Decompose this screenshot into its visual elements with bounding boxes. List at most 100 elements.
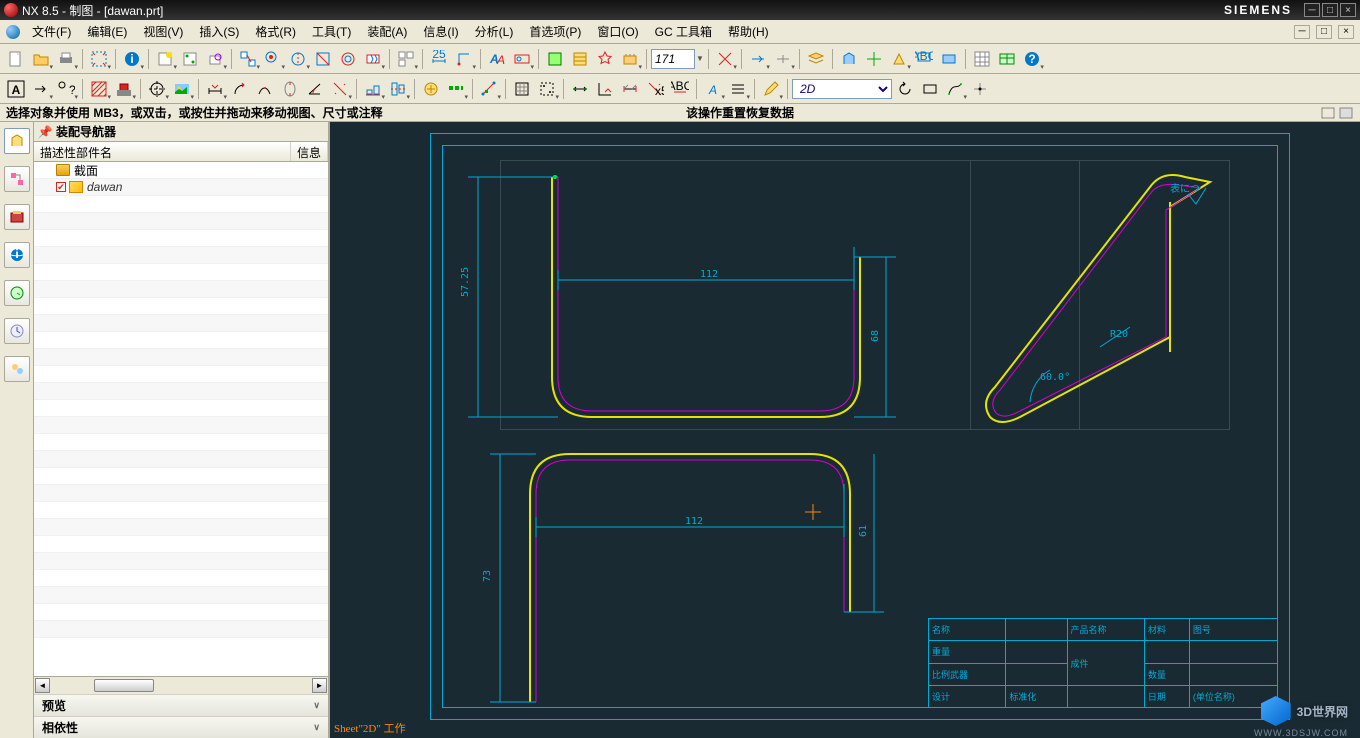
dim-value-input[interactable] <box>651 49 695 69</box>
detail-view-button[interactable] <box>261 47 285 71</box>
text-style-button[interactable]: A <box>4 77 28 101</box>
pencil-button[interactable] <box>759 77 783 101</box>
menu-insert[interactable]: 插入(S) <box>193 21 245 42</box>
line-style-button[interactable]: ? <box>54 77 78 101</box>
doc-minimize-button[interactable]: ─ <box>1294 25 1310 39</box>
hatch-button[interactable] <box>87 77 111 101</box>
image-button[interactable] <box>170 77 194 101</box>
point-button[interactable] <box>968 77 992 101</box>
reset-button[interactable] <box>771 47 795 71</box>
maximize-button[interactable]: □ <box>1322 3 1338 17</box>
menu-analysis[interactable]: 分析(L) <box>469 21 520 42</box>
chamfer-dim-button[interactable] <box>328 77 352 101</box>
menu-assembly[interactable]: 装配(A) <box>361 21 413 42</box>
revolved-section-button[interactable] <box>336 47 360 71</box>
info-button[interactable]: i <box>120 47 144 71</box>
print-button[interactable] <box>54 47 78 71</box>
auto-balloon-button[interactable] <box>593 47 617 71</box>
nav-hscrollbar[interactable]: ◄ ► <box>34 676 328 694</box>
dimension-button[interactable]: 25 <box>427 47 451 71</box>
snap-button[interactable] <box>535 77 559 101</box>
new-button[interactable] <box>4 47 28 71</box>
menu-edit[interactable]: 编辑(E) <box>81 21 133 42</box>
tree-item-section[interactable]: 截面 <box>34 162 328 179</box>
update-views-button[interactable] <box>394 47 418 71</box>
menu-tools[interactable]: 工具(T) <box>306 21 357 42</box>
undo-button[interactable] <box>893 77 917 101</box>
line-tool-button[interactable] <box>726 77 750 101</box>
web-tab[interactable]: i <box>4 242 30 268</box>
pin-icon[interactable]: 📌 <box>38 125 52 139</box>
doc-restore-button[interactable]: □ <box>1316 25 1332 39</box>
feature-control-button[interactable] <box>510 47 534 71</box>
dim-text-button[interactable]: x5 <box>643 77 667 101</box>
dim-abc-button[interactable]: ABC <box>668 77 692 101</box>
scroll-left-button[interactable]: ◄ <box>35 678 50 693</box>
grid-button[interactable] <box>510 77 534 101</box>
nav-preview-section[interactable]: 预览 ∨ <box>34 694 328 716</box>
tabular-note-button[interactable] <box>543 47 567 71</box>
text-tool-button[interactable]: A <box>701 77 725 101</box>
ordinate-dim-button[interactable] <box>452 47 476 71</box>
nav-col-name[interactable]: 描述性部件名 <box>34 142 291 161</box>
menu-file[interactable]: 文件(F) <box>26 21 77 42</box>
inherit-button[interactable] <box>746 47 770 71</box>
open-button[interactable] <box>29 47 53 71</box>
part-nav-tab[interactable] <box>4 166 30 192</box>
horiz-dim-button[interactable] <box>203 77 227 101</box>
angle-dim-button[interactable] <box>303 77 327 101</box>
assembly-nav-tab[interactable] <box>4 128 30 154</box>
section-view-button[interactable] <box>286 47 310 71</box>
menu-gc-toolbox[interactable]: GC 工具箱 <box>649 21 718 42</box>
balloon-button[interactable] <box>618 47 642 71</box>
sketch-button[interactable] <box>477 77 501 101</box>
curve-button[interactable] <box>943 77 967 101</box>
half-section-button[interactable] <box>311 47 335 71</box>
roles-tab[interactable] <box>4 356 30 382</box>
menu-format[interactable]: 格式(R) <box>249 21 302 42</box>
base-view-button[interactable] <box>203 47 227 71</box>
layer-settings-button[interactable] <box>804 47 828 71</box>
menu-help[interactable]: 帮助(H) <box>722 21 775 42</box>
fit-button[interactable] <box>87 47 111 71</box>
projected-view-button[interactable] <box>236 47 260 71</box>
checkbox-icon[interactable]: ✔ <box>56 182 66 192</box>
menu-info[interactable]: 信息(I) <box>417 21 464 42</box>
parallel-dim-button[interactable] <box>253 77 277 101</box>
arrow-style-button[interactable] <box>29 77 53 101</box>
wcs-button[interactable] <box>837 47 861 71</box>
reuse-tab[interactable] <box>4 204 30 230</box>
drawing-canvas[interactable]: 112 57.25 68 112 73 61 60.0° R <box>330 122 1360 738</box>
vert-dim-button[interactable] <box>228 77 252 101</box>
history2-tab[interactable] <box>4 318 30 344</box>
parts-list-button[interactable] <box>568 47 592 71</box>
scroll-thumb[interactable] <box>94 679 154 692</box>
datum-button[interactable]: ABC <box>912 47 936 71</box>
custom-symbol-button[interactable] <box>444 77 468 101</box>
nav-tree[interactable]: 截面 ✔ dawan <box>34 162 328 676</box>
expression-button[interactable] <box>937 47 961 71</box>
sheet-new-button[interactable] <box>153 47 177 71</box>
spreadsheet-button[interactable] <box>970 47 994 71</box>
status-icon-1[interactable] <box>1320 106 1336 120</box>
minimize-button[interactable]: ─ <box>1304 3 1320 17</box>
break-view-button[interactable] <box>361 47 385 71</box>
dim-horiz-button[interactable] <box>568 77 592 101</box>
history-tab[interactable] <box>4 280 30 306</box>
menu-view[interactable]: 视图(V) <box>137 21 189 42</box>
align-center-button[interactable] <box>386 77 410 101</box>
nav-deps-section[interactable]: 相依性 ∨ <box>34 716 328 738</box>
scroll-right-button[interactable]: ► <box>312 678 327 693</box>
align-left-button[interactable] <box>361 77 385 101</box>
view-wizard-button[interactable] <box>178 47 202 71</box>
layer-select[interactable]: 2D <box>792 79 892 99</box>
nav-col-info[interactable]: 信息 <box>291 142 328 161</box>
close-button[interactable]: × <box>1340 3 1356 17</box>
dim-ext-button[interactable] <box>618 77 642 101</box>
menu-prefs[interactable]: 首选项(P) <box>523 21 587 42</box>
rect-button[interactable] <box>918 77 942 101</box>
dim-vert-button[interactable] <box>593 77 617 101</box>
help-button[interactable]: ? <box>1020 47 1044 71</box>
perp-dim-button[interactable] <box>278 77 302 101</box>
wcs-orient-button[interactable] <box>862 47 886 71</box>
